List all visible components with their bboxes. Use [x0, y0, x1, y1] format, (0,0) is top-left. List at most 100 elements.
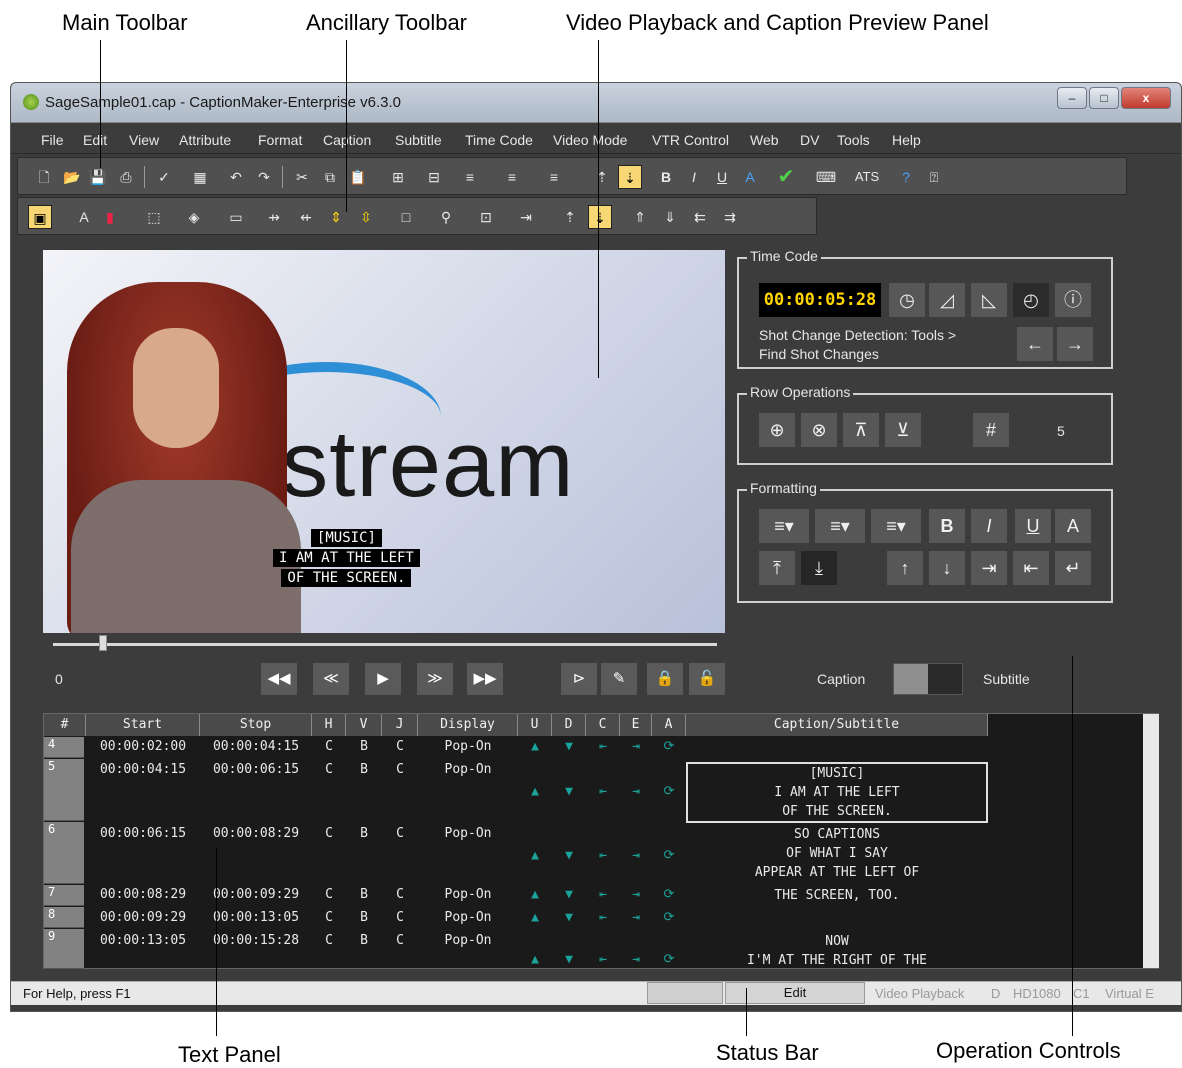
merge-icon[interactable]: ⇷ [294, 205, 318, 229]
align-right-icon[interactable]: ≡ [542, 165, 566, 189]
cell-h[interactable]: C [312, 887, 346, 902]
cell-v[interactable]: B [346, 826, 382, 841]
add-row-icon[interactable]: ⊕ [759, 413, 795, 447]
menu-help[interactable]: Help [892, 132, 921, 148]
cue-end-icon[interactable]: ⇥ [620, 910, 652, 925]
col-header-start[interactable]: Start [86, 714, 200, 736]
menu-attribute[interactable]: Attribute [179, 132, 231, 148]
cube-icon[interactable]: ◈ [182, 205, 206, 229]
cell-display[interactable]: Pop-On [418, 910, 518, 925]
menu-video-mode[interactable]: Video Mode [553, 132, 627, 148]
move-down-icon[interactable]: ▼ [552, 910, 586, 925]
insert-below-icon[interactable]: ⊻ [885, 413, 921, 447]
up-box-icon[interactable]: ⊡ [474, 205, 498, 229]
play-button[interactable]: ▶ [365, 663, 401, 695]
cell-h[interactable]: C [312, 910, 346, 925]
cell-display[interactable]: Pop-On [418, 762, 518, 777]
move-down-icon[interactable]: ▼ [552, 784, 586, 799]
delete-row-icon[interactable]: ⊟ [422, 165, 446, 189]
ramp-up-icon[interactable]: ◿ [929, 283, 965, 317]
insert-row-icon[interactable]: ⊞ [386, 165, 410, 189]
ramp-down-icon[interactable]: ◺ [971, 283, 1007, 317]
context-help-icon[interactable]: ⍰ [922, 165, 946, 189]
undo-icon[interactable]: ↶ [224, 165, 248, 189]
cue-end-icon[interactable]: ⇥ [620, 887, 652, 902]
move-up-icon[interactable]: ▲ [518, 739, 552, 754]
cell-stop[interactable]: 00:00:06:15 [200, 762, 312, 777]
help-icon[interactable]: ? [894, 165, 918, 189]
video-preview[interactable]: estream [MUSIC] I AM AT THE LEFT OF THE … [43, 250, 725, 633]
cell-display[interactable]: Pop-On [418, 933, 518, 948]
cell-display[interactable]: Pop-On [418, 739, 518, 754]
cell-display[interactable]: Pop-On [418, 826, 518, 841]
cue-start-icon[interactable]: ⇤ [586, 739, 620, 754]
close-button[interactable]: x [1121, 87, 1171, 109]
top-placement-icon[interactable]: ⤒ [759, 551, 795, 585]
move-bottom-icon[interactable]: ⇣ [588, 205, 612, 229]
move-up-icon[interactable]: ▲ [518, 887, 552, 902]
cell-h[interactable]: C [312, 739, 346, 754]
timer-check-icon[interactable]: ◴ [1013, 283, 1049, 317]
menu-dv[interactable]: DV [800, 132, 819, 148]
col-header-a[interactable]: A [652, 714, 686, 736]
italic-button[interactable]: I [971, 509, 1007, 543]
bold-button[interactable]: B [929, 509, 965, 543]
col-header-c[interactable]: C [586, 714, 620, 736]
cell-j[interactable]: C [382, 910, 418, 925]
cell-start[interactable]: 00:00:09:29 [86, 910, 200, 925]
cell-j[interactable]: C [382, 933, 418, 948]
col-header-v[interactable]: V [346, 714, 382, 736]
cue-end-icon[interactable]: ⇥ [620, 848, 652, 863]
auto-icon[interactable]: ⟳ [652, 952, 686, 967]
cue-start-icon[interactable]: ⇤ [586, 910, 620, 925]
caption-play-icon[interactable]: ⊳ [561, 663, 597, 695]
print-icon[interactable]: ⎙ [114, 165, 138, 189]
caption-cell[interactable]: SO CAPTIONS OF WHAT I SAY APPEAR AT THE … [686, 825, 988, 882]
menu-vtr-control[interactable]: VTR Control [652, 132, 729, 148]
menu-tools[interactable]: Tools [837, 132, 870, 148]
row-number[interactable]: 5 [44, 759, 84, 821]
align-center-dropdown[interactable]: ≡▾ [815, 509, 865, 543]
paste-icon[interactable]: 📋 [346, 165, 370, 189]
italic-icon[interactable]: I [682, 165, 706, 189]
col-header-stop[interactable]: Stop [200, 714, 312, 736]
row-number[interactable]: 8 [44, 907, 84, 928]
bottom-placement-icon[interactable]: ⤓ [801, 551, 837, 585]
caption-edit-icon[interactable]: ✎ [601, 663, 637, 695]
layout-icon[interactable]: ▦ [188, 165, 212, 189]
menu-format[interactable]: Format [258, 132, 302, 148]
cue-end-icon[interactable]: ⇥ [620, 784, 652, 799]
cell-j[interactable]: C [382, 762, 418, 777]
cell-start[interactable]: 00:00:08:29 [86, 887, 200, 902]
cue-start-icon[interactable]: ⇤ [586, 848, 620, 863]
row-number[interactable]: 9 [44, 929, 84, 969]
cell-h[interactable]: C [312, 933, 346, 948]
cell-v[interactable]: B [346, 762, 382, 777]
text-box-icon[interactable]: A [72, 205, 96, 229]
cell-h[interactable]: C [312, 762, 346, 777]
redo-icon[interactable]: ↷ [252, 165, 276, 189]
cell-v[interactable]: B [346, 933, 382, 948]
cue-end-icon[interactable]: ⇥ [620, 739, 652, 754]
menu-time-code[interactable]: Time Code [465, 132, 533, 148]
display-icon[interactable]: ▭ [224, 205, 248, 229]
menu-view[interactable]: View [129, 132, 159, 148]
text-color-button[interactable]: A [1055, 509, 1091, 543]
move-up-icon[interactable]: ▲ [518, 910, 552, 925]
open-folder-icon[interactable]: 📂 [60, 165, 84, 189]
playback-slider[interactable] [53, 643, 717, 646]
cell-stop[interactable]: 00:00:08:29 [200, 826, 312, 841]
right-box-icon[interactable]: ⇥ [514, 205, 538, 229]
shift-left-icon[interactable]: ⇇ [688, 205, 712, 229]
align-left-icon[interactable]: ≡ [458, 165, 482, 189]
align-center-icon[interactable]: ≡ [500, 165, 524, 189]
align-left-dropdown[interactable]: ≡▾ [759, 509, 809, 543]
shift-up-icon[interactable]: ⇑ [628, 205, 652, 229]
stopwatch-icon[interactable]: ◷ [889, 283, 925, 317]
shift-right-icon[interactable]: ⇉ [718, 205, 742, 229]
underline-button[interactable]: U [1015, 509, 1051, 543]
caption-cell[interactable]: [MUSIC] I AM AT THE LEFT OF THE SCREEN. [686, 762, 988, 823]
arrow-down-icon[interactable]: ↓ [929, 551, 965, 585]
indent-icon[interactable]: ⇥ [971, 551, 1007, 585]
rewind-icon[interactable]: ≪ [313, 663, 349, 695]
